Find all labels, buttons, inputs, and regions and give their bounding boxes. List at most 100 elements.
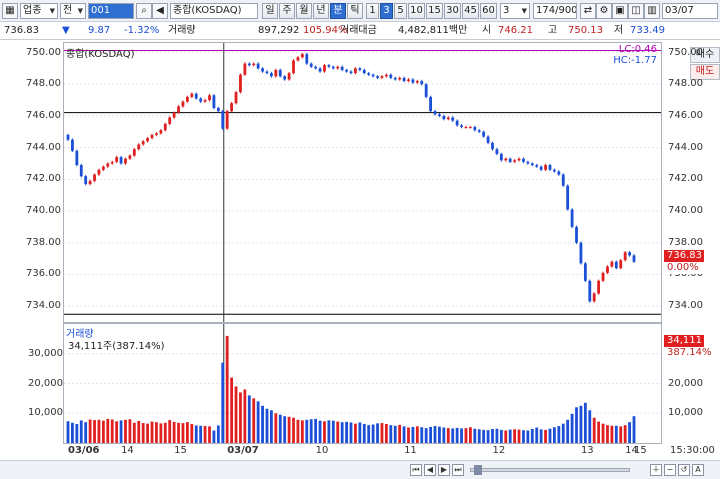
calendar-icon[interactable]: ▥ bbox=[644, 3, 660, 19]
volume-bar bbox=[172, 421, 176, 443]
volume-bar bbox=[155, 422, 158, 443]
grid-icon[interactable]: ▦ bbox=[2, 3, 18, 19]
date-input-value: 03/07 bbox=[665, 5, 694, 16]
volume-bar bbox=[340, 422, 344, 443]
candle bbox=[451, 117, 455, 121]
x-axis-tick-label: 15 bbox=[174, 445, 187, 456]
candle bbox=[424, 84, 428, 97]
zoom-slider-handle[interactable] bbox=[474, 465, 482, 475]
volume-bar bbox=[274, 413, 278, 443]
volume-bar bbox=[287, 416, 291, 443]
price-y-tick-left: 744.00 bbox=[26, 141, 61, 153]
volume-bar bbox=[181, 423, 185, 443]
price-panel[interactable]: 종합(KOSDAQ) LC:0.46 HC:-1.77 bbox=[63, 42, 662, 323]
interval-5-button[interactable]: 5 bbox=[394, 3, 407, 19]
volume-bar bbox=[601, 423, 605, 443]
period-month-button[interactable]: 월 bbox=[296, 3, 312, 19]
x-axis-tick-label: 12 bbox=[492, 445, 506, 456]
volume-bar bbox=[194, 425, 198, 443]
x-axis-time-label: 15:30:00 bbox=[670, 445, 715, 456]
volume-bar bbox=[429, 426, 432, 443]
period-week-button[interactable]: 주 bbox=[279, 3, 295, 19]
candle bbox=[305, 54, 309, 64]
candle bbox=[544, 165, 547, 170]
volume-bar bbox=[398, 424, 402, 443]
candle bbox=[93, 174, 96, 181]
scroll-last-icon[interactable]: ⏭ bbox=[452, 464, 464, 476]
candle bbox=[495, 149, 499, 154]
zoom-reset-icon[interactable]: ↺ bbox=[678, 464, 690, 476]
candle bbox=[402, 77, 406, 82]
scroll-forward-icon[interactable]: ▶ bbox=[438, 464, 450, 476]
x-axis-tick-label: 11 bbox=[404, 445, 417, 456]
period-tick-button[interactable]: 틱 bbox=[347, 3, 363, 19]
period-minute-button[interactable]: 분 bbox=[330, 3, 346, 19]
scroll-back-icon[interactable]: ◀ bbox=[424, 464, 436, 476]
candle bbox=[393, 77, 397, 80]
candle bbox=[309, 63, 313, 67]
period-year-button[interactable]: 년 bbox=[313, 3, 329, 19]
volume-panel[interactable]: 거래량 34,111주(387.14%) bbox=[63, 323, 662, 444]
candle bbox=[376, 76, 379, 78]
interval-60-button[interactable]: 60 bbox=[480, 3, 497, 19]
volume-bar bbox=[247, 395, 251, 443]
candle bbox=[194, 93, 198, 99]
volume-bar bbox=[292, 417, 295, 443]
volume-bar bbox=[97, 419, 101, 443]
price-chart bbox=[64, 43, 661, 322]
interval-10-button[interactable]: 10 bbox=[408, 3, 425, 19]
zoom-in-icon[interactable]: ＋ bbox=[650, 464, 662, 476]
volume-y-tick-left: 20,000 bbox=[28, 377, 63, 389]
candle bbox=[212, 95, 216, 108]
volume-bar bbox=[619, 426, 623, 443]
volume-bar bbox=[163, 422, 167, 443]
candle bbox=[287, 73, 291, 80]
volume-bar bbox=[371, 424, 375, 443]
volume-bar bbox=[610, 425, 614, 443]
settings-icon[interactable]: ⚙ bbox=[596, 3, 612, 19]
period-day-button[interactable]: 일 bbox=[262, 3, 278, 19]
volume-bar bbox=[318, 420, 322, 443]
split-icon[interactable]: ◫ bbox=[628, 3, 644, 19]
volume-y-tick-right: 10,000 bbox=[668, 407, 703, 419]
interval-1-button[interactable]: 1 bbox=[366, 3, 379, 19]
candle bbox=[314, 66, 318, 69]
date-input[interactable]: 03/07 bbox=[662, 3, 718, 19]
search-icon[interactable]: ⌕ bbox=[136, 3, 152, 19]
volume-bar bbox=[79, 420, 83, 443]
zoom-out-icon[interactable]: − bbox=[664, 464, 676, 476]
speaker-icon[interactable]: ◀ bbox=[152, 3, 168, 19]
interval-45-button[interactable]: 45 bbox=[462, 3, 479, 19]
candle bbox=[349, 71, 353, 74]
open-value: 746.21 bbox=[498, 25, 533, 36]
font-size-icon[interactable]: A bbox=[692, 464, 704, 476]
candle bbox=[601, 272, 605, 281]
save-icon[interactable]: ▣ bbox=[612, 3, 628, 19]
candle bbox=[504, 158, 508, 161]
toolbar: ▦ 업종 전 001 ⌕ ◀ 종합(KOSDAQ) 일 주 월 년 분 틱 1 … bbox=[0, 0, 720, 22]
type-select[interactable]: 전 bbox=[60, 3, 86, 19]
interval-15-button[interactable]: 15 bbox=[426, 3, 443, 19]
market-select[interactable]: 업종 bbox=[20, 3, 58, 19]
volume-bar bbox=[588, 410, 592, 443]
name-display: 종합(KOSDAQ) bbox=[170, 3, 258, 19]
price-y-tick-left: 738.00 bbox=[26, 236, 61, 248]
interval-select[interactable]: 3 bbox=[500, 3, 530, 19]
volume-bar bbox=[557, 426, 561, 443]
volume-bar bbox=[575, 407, 578, 443]
interval-3-button[interactable]: 3 bbox=[380, 3, 393, 19]
code-input[interactable]: 001 bbox=[88, 3, 134, 19]
code-input-value: 001 bbox=[91, 5, 111, 16]
zoom-slider[interactable] bbox=[470, 468, 630, 472]
volume-bar bbox=[141, 423, 145, 443]
pin-icon[interactable]: ⇄ bbox=[580, 3, 596, 19]
scroll-first-icon[interactable]: ⏮ bbox=[410, 464, 422, 476]
volume-bar bbox=[150, 421, 154, 443]
volume-bar bbox=[384, 423, 388, 443]
interval-30-button[interactable]: 30 bbox=[444, 3, 461, 19]
volume-bar bbox=[499, 429, 503, 443]
candle bbox=[486, 136, 490, 143]
candle bbox=[513, 160, 517, 162]
candle bbox=[278, 69, 282, 77]
volume-bar bbox=[345, 421, 348, 443]
